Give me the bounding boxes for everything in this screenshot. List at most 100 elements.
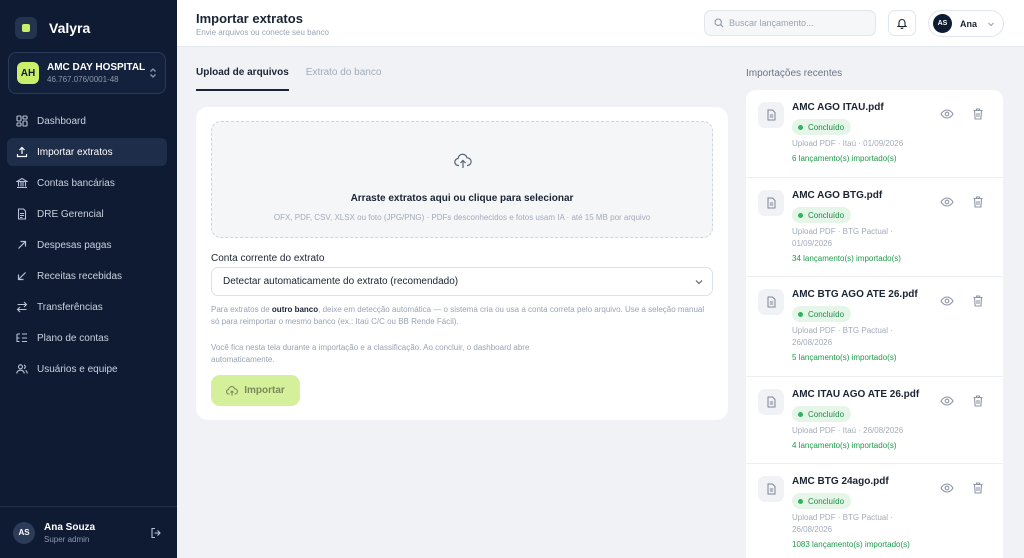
cloud-upload-icon (226, 385, 239, 397)
chevron-down-icon (987, 20, 995, 28)
trash-icon[interactable] (971, 481, 985, 495)
tab-extrato-do-banco[interactable]: Extrato do banco (306, 67, 382, 91)
import-count: 6 lançamento(s) importado(s) (792, 154, 897, 163)
notifications-button[interactable] (888, 10, 916, 36)
eye-icon[interactable] (940, 481, 954, 495)
search-icon (714, 18, 724, 28)
sidebar-nav: Dashboard Importar extratos Contas bancá… (7, 107, 167, 386)
sidebar-item-despesas-pagas[interactable]: Despesas pagas (7, 231, 167, 259)
file-meta: Upload PDF · BTG Pactual · 01/09/2026 (792, 227, 893, 248)
file-meta: Upload PDF · BTG Pactual · 26/08/2026 (792, 326, 893, 347)
file-name: AMC ITAU AGO ATE 26.pdf (792, 389, 920, 400)
sidebar-item-dashboard[interactable]: Dashboard (7, 107, 167, 135)
status-badge: Concluído (792, 207, 852, 223)
arrow-down-left-icon (16, 270, 28, 282)
dashboard-icon (16, 115, 28, 127)
trash-icon[interactable] (971, 294, 985, 308)
search-input[interactable] (729, 18, 869, 28)
list-item: AMC ITAU AGO ATE 26.pdf Concluído Upload… (746, 377, 1003, 464)
sidebar-item-label: Usuários e equipe (37, 363, 118, 375)
file-icon (758, 476, 784, 502)
user-name: Ana Souza (44, 521, 96, 533)
arrow-up-right-icon (16, 239, 28, 251)
file-icon (758, 102, 784, 128)
brand[interactable]: Valyra (15, 17, 90, 39)
status-badge: Concluído (792, 493, 852, 509)
report-icon (16, 208, 28, 220)
eye-icon[interactable] (940, 294, 954, 308)
company-switcher[interactable]: AH AMC DAY HOSPITAL 46.767.076/0001-48 (8, 52, 166, 94)
trash-icon[interactable] (971, 394, 985, 408)
cloud-upload-icon (454, 152, 472, 170)
transfer-icon (16, 301, 28, 313)
search-box (704, 10, 876, 36)
trash-icon[interactable] (971, 195, 985, 209)
company-cnpj: 46.767.076/0001-48 (47, 75, 119, 84)
sidebar-item-transferencias[interactable]: Transferências (7, 293, 167, 321)
chevron-up-down-icon (149, 67, 157, 80)
file-meta: Upload PDF · Itaú · 26/08/2026 (792, 426, 904, 435)
recent-imports-list: AMC AGO ITAU.pdf Concluído Upload PDF · … (746, 90, 1003, 558)
recent-imports-title: Importações recentes (746, 68, 843, 79)
eye-icon[interactable] (940, 107, 954, 121)
chevron-down-icon (694, 277, 704, 287)
users-icon (16, 363, 28, 375)
file-icon (758, 190, 784, 216)
file-name: AMC AGO ITAU.pdf (792, 102, 884, 113)
sidebar-item-importar-extratos[interactable]: Importar extratos (7, 138, 167, 166)
logout-icon[interactable] (149, 526, 163, 540)
import-info-text: Você fica nesta tela durante a importaçã… (211, 343, 530, 364)
header: Importar extratos Envie arquivos ou cone… (177, 0, 1024, 47)
sidebar-user: AS Ana Souza Super admin (0, 506, 177, 558)
file-icon (758, 389, 784, 415)
brand-logo (15, 17, 37, 39)
page-title: Importar extratos (196, 11, 303, 26)
file-dropzone[interactable]: Arraste extratos aqui ou clique para sel… (211, 121, 713, 238)
user-menu[interactable]: AS Ana (928, 10, 1004, 37)
sidebar-item-label: Receitas recebidas (37, 270, 123, 282)
list-item: AMC AGO ITAU.pdf Concluído Upload PDF · … (746, 90, 1003, 178)
import-button-label: Importar (244, 385, 285, 396)
bell-icon (896, 17, 908, 29)
sidebar-item-contas-bancarias[interactable]: Contas bancárias (7, 169, 167, 197)
file-meta: Upload PDF · BTG Pactual · 26/08/2026 (792, 513, 893, 534)
account-label: Conta corrente do extrato (211, 253, 325, 264)
trash-icon[interactable] (971, 107, 985, 121)
sidebar-item-label: DRE Gerencial (37, 208, 104, 220)
list-item: AMC AGO BTG.pdf Concluído Upload PDF · B… (746, 178, 1003, 277)
account-select[interactable]: Detectar automaticamente do extrato (rec… (211, 267, 713, 296)
sidebar-item-label: Contas bancárias (37, 177, 115, 189)
dropzone-title: Arraste extratos aqui ou clique para sel… (350, 193, 574, 204)
avatar: AS (13, 521, 35, 544)
file-name: AMC BTG AGO ATE 26.pdf (792, 289, 918, 300)
upload-icon (16, 146, 28, 158)
tab-upload-de-arquivos[interactable]: Upload de arquivos (196, 67, 289, 91)
status-badge: Concluído (792, 406, 852, 422)
file-meta: Upload PDF · Itaú · 01/09/2026 (792, 139, 904, 148)
sidebar-item-usuarios-e-equipe[interactable]: Usuários e equipe (7, 355, 167, 383)
user-menu-name: Ana (960, 18, 978, 29)
import-count: 1083 lançamento(s) importado(s) (792, 540, 910, 549)
eye-icon[interactable] (940, 195, 954, 209)
eye-icon[interactable] (940, 394, 954, 408)
file-icon (758, 289, 784, 315)
list-item: AMC BTG AGO ATE 26.pdf Concluído Upload … (746, 277, 1003, 377)
status-badge: Concluído (792, 119, 852, 135)
import-button[interactable]: Importar (211, 375, 300, 406)
brand-name: Valyra (49, 20, 91, 36)
sidebar-item-label: Despesas pagas (37, 239, 112, 251)
import-count: 34 lançamento(s) importado(s) (792, 254, 901, 263)
sidebar-item-label: Transferências (37, 301, 103, 313)
avatar: AS (933, 14, 952, 33)
sidebar-item-label: Plano de contas (37, 332, 109, 344)
sidebar-item-receitas-recebidas[interactable]: Receitas recebidas (7, 262, 167, 290)
page-subtitle: Envie arquivos ou conecte seu banco (196, 28, 329, 37)
company-avatar: AH (17, 62, 39, 84)
sidebar: Valyra AH AMC DAY HOSPITAL 46.767.076/00… (0, 0, 177, 558)
account-help-text: Para extratos de outro banco, deixe em d… (211, 305, 705, 326)
sidebar-item-plano-de-contas[interactable]: Plano de contas (7, 324, 167, 352)
sidebar-item-dre-gerencial[interactable]: DRE Gerencial (7, 200, 167, 228)
import-count: 4 lançamento(s) importado(s) (792, 441, 897, 450)
user-role: Super admin (44, 534, 90, 544)
list-item: AMC BTG 24ago.pdf Concluído Upload PDF ·… (746, 464, 1003, 558)
